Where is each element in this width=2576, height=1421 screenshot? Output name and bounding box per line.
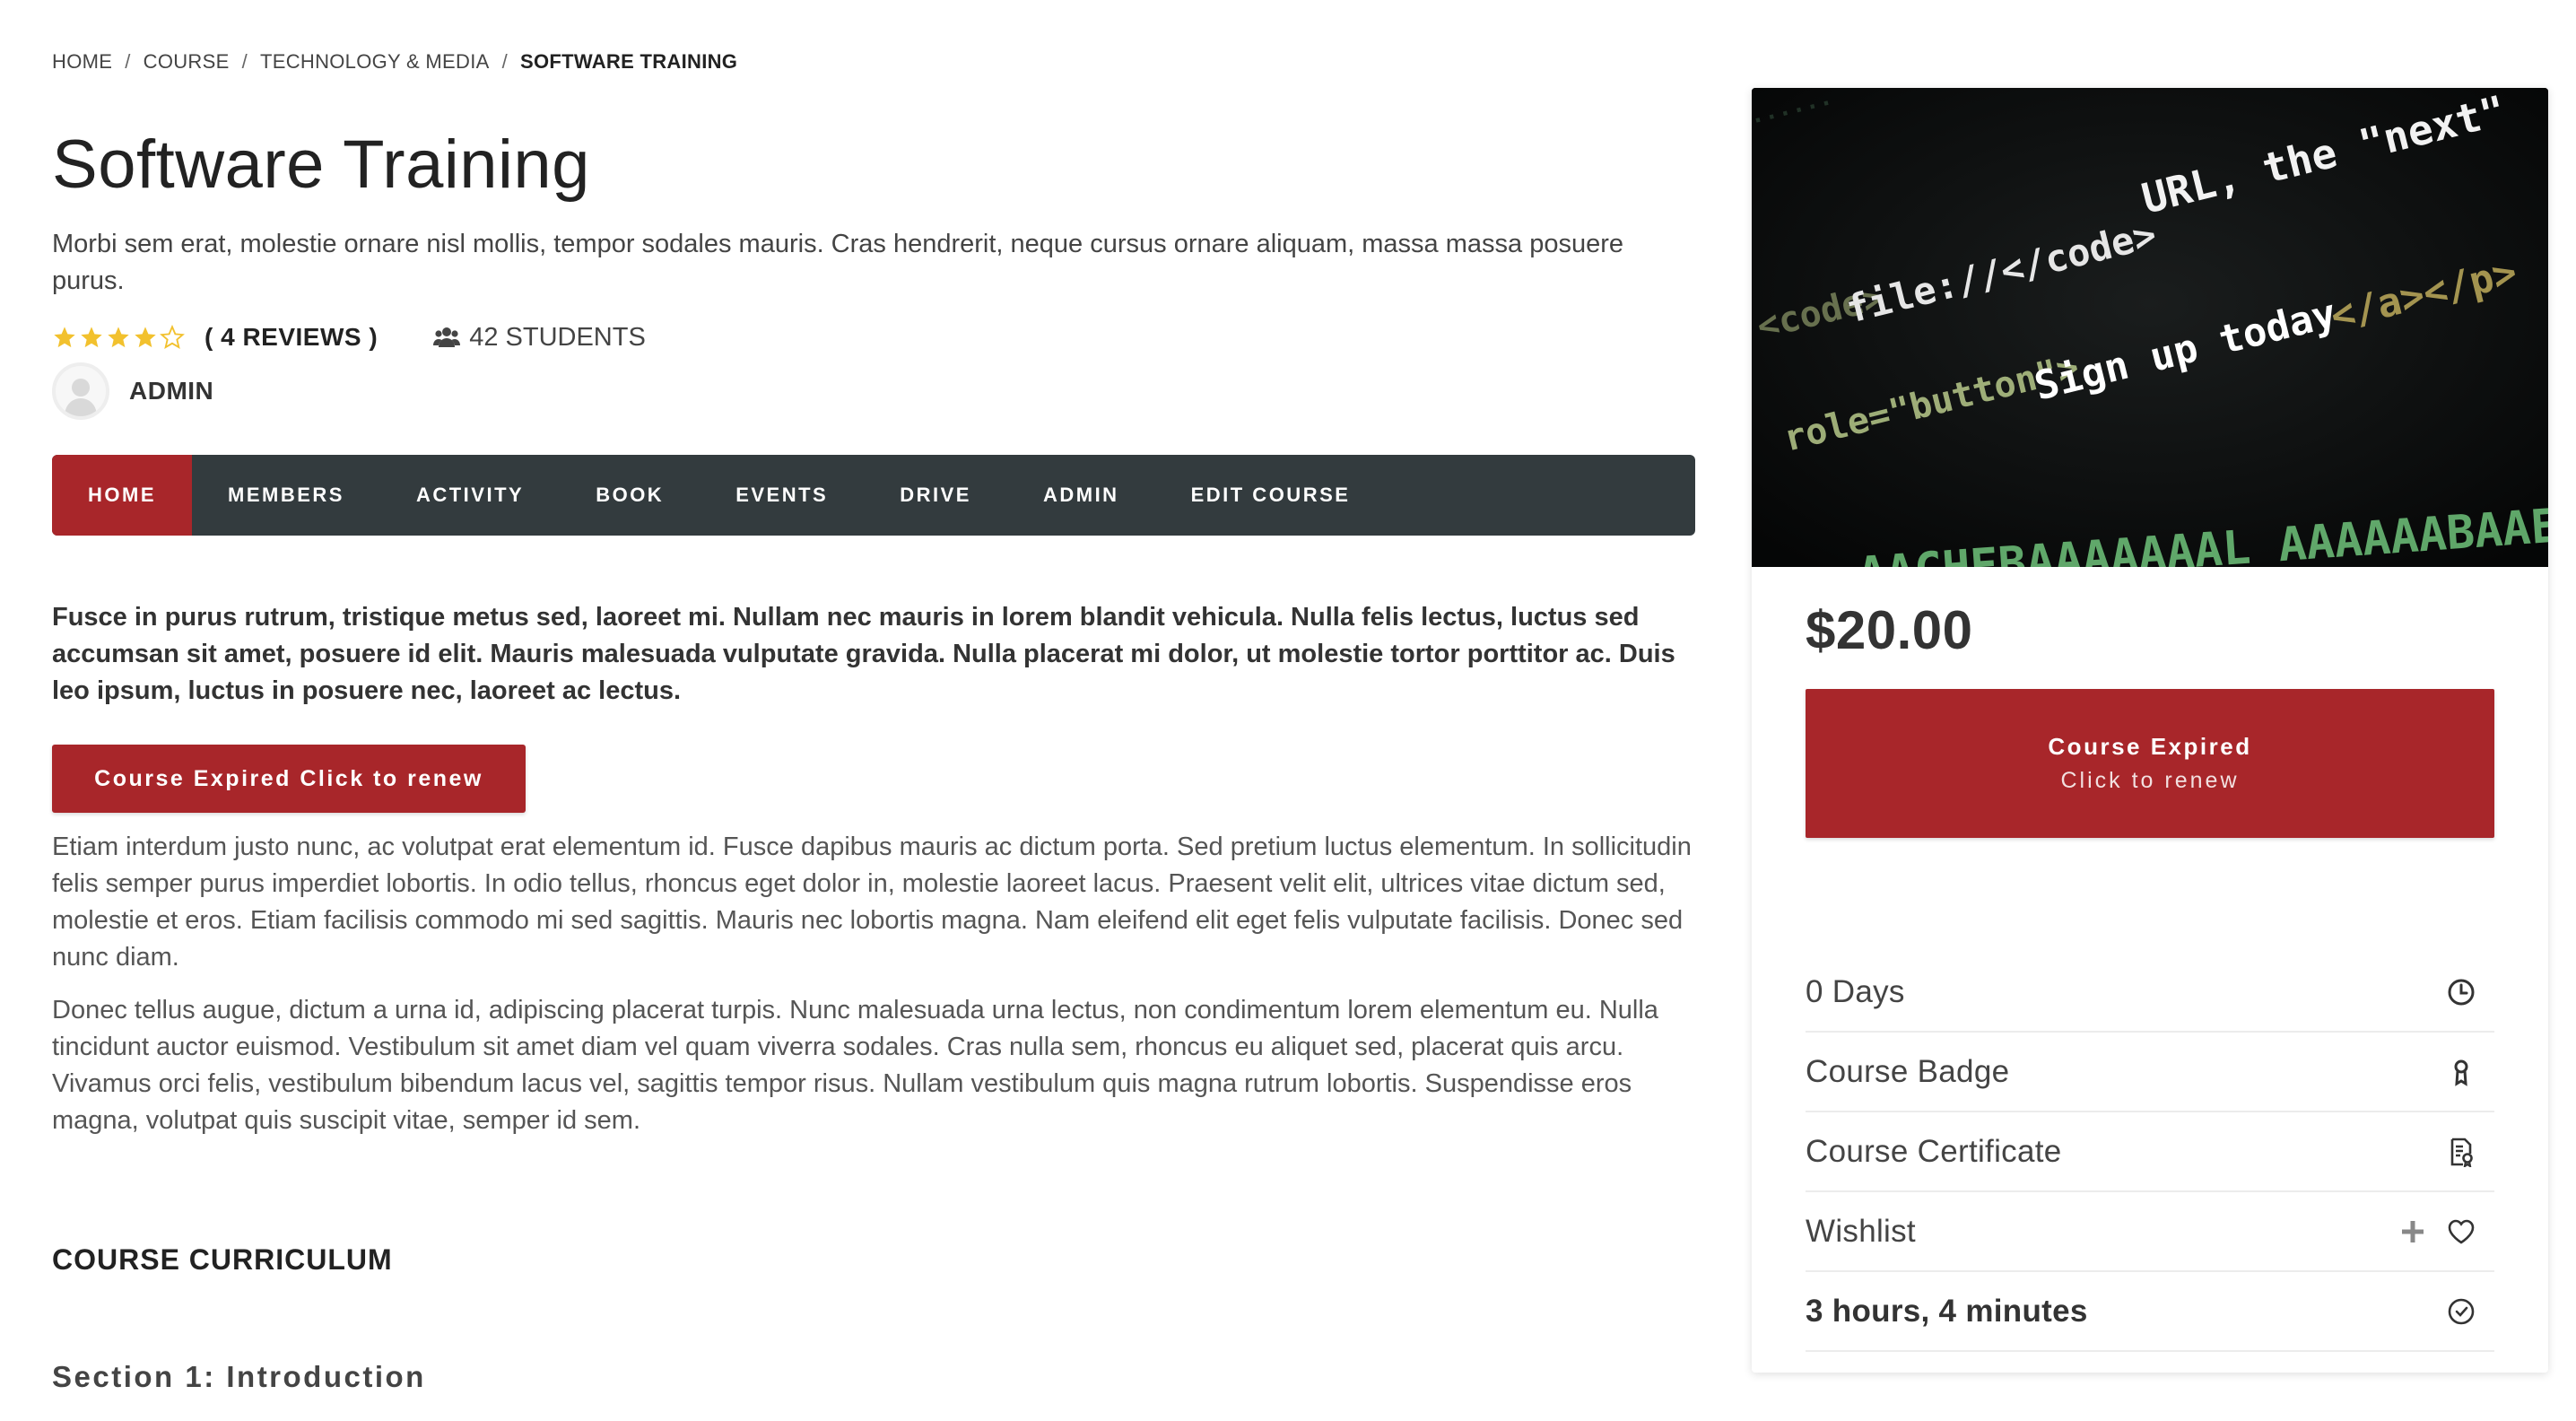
heart-icon[interactable] (2446, 1216, 2476, 1247)
feature-certificate[interactable]: Course Certificate (1806, 1112, 2494, 1192)
students-count: 42 STUDENTS (433, 323, 646, 353)
clock-icon (2448, 979, 2475, 1005)
feature-time: 3 hours, 4 minutes (1806, 1272, 2494, 1352)
course-features: 0 Days Course Badge Course Certificate W… (1806, 953, 2494, 1352)
tab-members[interactable]: MEMBERS (192, 455, 380, 536)
tab-home[interactable]: HOME (52, 455, 192, 536)
feature-duration: 0 Days (1806, 953, 2494, 1033)
feature-label: 0 Days (1806, 973, 1905, 1009)
star-full-icon (135, 327, 156, 348)
breadcrumb-separator: / (501, 50, 509, 73)
course-nav: HOME MEMBERS ACTIVITY BOOK EVENTS DRIVE … (52, 455, 1695, 536)
tab-drive[interactable]: DRIVE (864, 455, 1007, 536)
students-label: 42 STUDENTS (469, 322, 646, 352)
star-rating (52, 325, 185, 350)
course-price: $20.00 (1806, 600, 1973, 660)
course-sidebar: ...... URL, the "next" <code> file://</c… (1752, 88, 2548, 1373)
breadcrumb-separator: / (241, 50, 248, 73)
page-title: Software Training (52, 126, 590, 203)
instructor[interactable]: ADMIN (52, 362, 213, 420)
code-image: ...... URL, the "next" <code> file://</c… (1752, 88, 2548, 567)
feature-badge[interactable]: Course Badge (1806, 1033, 2494, 1112)
renew-course-button[interactable]: Course Expired Click to renew (52, 745, 526, 813)
breadcrumb-category[interactable]: TECHNOLOGY & MEDIA (260, 50, 490, 74)
user-placeholder-icon (65, 379, 97, 416)
feature-label: Wishlist (1806, 1213, 1916, 1249)
course-meta: ( 4 REVIEWS ) 42 STUDENTS (52, 319, 646, 355)
users-icon (433, 327, 461, 347)
course-lead-text: Fusce in purus rutrum, tristique metus s… (52, 603, 1675, 705)
tab-activity[interactable]: ACTIVITY (380, 455, 560, 536)
reviews-count[interactable]: ( 4 REVIEWS ) (205, 323, 378, 352)
sidebar-renew-title: Course Expired (2048, 733, 2252, 760)
plus-icon[interactable] (2398, 1216, 2428, 1247)
course-subtitle: Morbi sem erat, molestie ornare nisl mol… (52, 230, 1624, 295)
sidebar-renew-subtitle: Click to renew (2060, 768, 2240, 793)
feature-wishlist[interactable]: Wishlist (1806, 1192, 2494, 1272)
star-full-icon (54, 327, 75, 348)
breadcrumb-course[interactable]: COURSE (144, 50, 230, 74)
instructor-name[interactable]: ADMIN (129, 377, 213, 405)
avatar[interactable] (52, 362, 109, 420)
feature-label: 3 hours, 4 minutes (1806, 1293, 2088, 1329)
feature-label: Course Badge (1806, 1053, 2010, 1089)
description-paragraph: Donec tellus augue, dictum a urna id, ad… (52, 996, 1658, 1135)
tab-admin[interactable]: ADMIN (1007, 455, 1155, 536)
breadcrumb-separator: / (125, 50, 131, 73)
section-heading[interactable]: Section 1: Introduction (52, 1360, 426, 1394)
star-full-icon (81, 327, 102, 348)
tab-book[interactable]: BOOK (560, 455, 700, 536)
star-empty-icon (160, 325, 185, 349)
breadcrumb-home[interactable]: HOME (52, 50, 112, 74)
star-full-icon (108, 327, 129, 348)
curriculum-heading: COURSE CURRICULUM (52, 1243, 393, 1276)
badge-icon (2454, 1059, 2468, 1086)
tab-edit-course[interactable]: EDIT COURSE (1155, 455, 1387, 536)
timer-icon (2448, 1298, 2475, 1324)
certificate-icon (2450, 1138, 2473, 1167)
course-image: ...... URL, the "next" <code> file://</c… (1752, 88, 2548, 567)
breadcrumb: HOME / COURSE / TECHNOLOGY & MEDIA / SOF… (52, 50, 737, 74)
sidebar-renew-button[interactable]: Course Expired Click to renew (1806, 689, 2494, 838)
description-paragraph: Etiam interdum justo nunc, ac volutpat e… (52, 833, 1692, 972)
tab-events[interactable]: EVENTS (700, 455, 864, 536)
breadcrumb-current: SOFTWARE TRAINING (520, 50, 738, 73)
feature-label: Course Certificate (1806, 1133, 2062, 1169)
